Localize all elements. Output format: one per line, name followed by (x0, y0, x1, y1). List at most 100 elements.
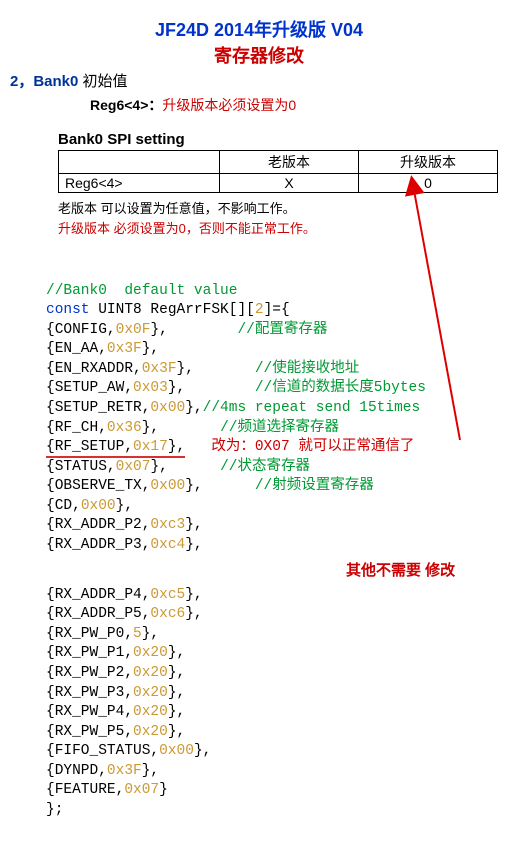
table-header-old: 老版本 (220, 151, 359, 174)
code-text: }, (185, 478, 255, 494)
code-comment: //4ms repeat send 15times (203, 400, 421, 416)
code-text: {RX_PW_P5, (46, 724, 133, 740)
code-comment: //状态寄存器 (220, 459, 310, 475)
section-label: Bank0 (33, 73, 78, 90)
code-number: 0xc3 (150, 517, 185, 533)
code-text: }, (185, 537, 202, 553)
code-text: {RF_SETUP, (46, 439, 133, 455)
code-text: {RX_ADDR_P2, (46, 517, 150, 533)
code-text: {FEATURE, (46, 782, 124, 798)
code-text: {RX_PW_P3, (46, 685, 133, 701)
code-end: }; (46, 802, 63, 818)
doc-subtitle: 寄存器修改 (10, 42, 508, 68)
reg-label: Reg6<4>： (90, 97, 162, 113)
code-number: 0x3F (107, 341, 142, 357)
code-text: {EN_AA, (46, 341, 107, 357)
code-comment: //信道的数据长度5bytes (255, 380, 426, 396)
code-number: 0x36 (107, 420, 142, 436)
code-text: ]={ (264, 302, 290, 318)
change-note: 改为：0X07 就可以正常通信了 (211, 439, 414, 455)
code-block: //Bank0 default value const UINT8 RegArr… (46, 262, 508, 840)
code-text: {OBSERVE_TX, (46, 478, 150, 494)
code-number: 0x20 (133, 665, 168, 681)
section-num: 2， (10, 73, 33, 90)
code-text: }, (116, 498, 133, 514)
code-text: {RX_ADDR_P4, (46, 587, 150, 603)
code-number: 0x07 (124, 782, 159, 798)
code-number: 0xc4 (150, 537, 185, 553)
code-number: 0x3F (107, 763, 142, 779)
code-text: }, (168, 439, 185, 455)
code-number: 0x0F (116, 322, 151, 338)
code-number: 0x20 (133, 724, 168, 740)
section-suffix: 初始值 (78, 73, 127, 90)
code-text: }, (150, 322, 237, 338)
other-note: 其他不需要 修改 (346, 561, 508, 581)
code-number: 0x20 (133, 645, 168, 661)
code-number: 2 (255, 302, 264, 318)
code-number: 0x00 (81, 498, 116, 514)
doc-title: JF24D 2014年升级版 V04 (10, 16, 508, 42)
code-text: } (159, 782, 168, 798)
table-header-empty (59, 151, 220, 174)
code-text: }, (168, 665, 185, 681)
code-text: }, (142, 341, 159, 357)
code-text: {RF_CH, (46, 420, 107, 436)
table-cell-new: 0 (359, 174, 498, 193)
code-text: }, (185, 400, 202, 416)
code-text: UINT8 RegArrFSK[][ (98, 302, 255, 318)
code-text: {SETUP_AW, (46, 380, 133, 396)
reg-text: 升级版本必须设置为0 (162, 97, 296, 113)
code-number: 0x20 (133, 704, 168, 720)
code-text: }, (150, 459, 220, 475)
note-new: 升级版本 必须设置为0，否则不能正常工作。 (58, 221, 316, 236)
code-number: 5 (133, 626, 142, 642)
table-row: Reg6<4> X 0 (59, 174, 498, 193)
code-text: }, (177, 361, 255, 377)
code-keyword: const (46, 302, 90, 318)
reg-line: Reg6<4>：升级版本必须设置为0 (90, 95, 508, 115)
code-text: {EN_RXADDR, (46, 361, 142, 377)
table-header-row: 老版本 升级版本 (59, 151, 498, 174)
table-caption: Bank0 SPI setting (58, 131, 508, 148)
code-text: {RX_PW_P4, (46, 704, 133, 720)
section-heading: 2，Bank0 初始值 (10, 70, 508, 91)
table-cell-old: X (220, 174, 359, 193)
code-text: {RX_ADDR_P3, (46, 537, 150, 553)
code-number: 0x00 (159, 743, 194, 759)
code-number: 0x17 (133, 439, 168, 455)
code-number: 0xc5 (150, 587, 185, 603)
code-number: 0x00 (150, 478, 185, 494)
code-comment: //频道选择寄存器 (220, 420, 339, 436)
code-text: }, (185, 606, 202, 622)
table-cell-label: Reg6<4> (59, 174, 220, 193)
code-text: }, (194, 743, 211, 759)
code-text: {CD, (46, 498, 81, 514)
page-root: JF24D 2014年升级版 V04 寄存器修改 2，Bank0 初始值 Reg… (0, 0, 518, 860)
code-text: {RX_PW_P1, (46, 645, 133, 661)
code-comment: //使能接收地址 (255, 361, 359, 377)
spi-table: 老版本 升级版本 Reg6<4> X 0 (58, 150, 498, 193)
note-old: 老版本 可以设置为任意值，不影响工作。 (58, 201, 296, 216)
code-number: 0x07 (116, 459, 151, 475)
code-comment: //射频设置寄存器 (255, 478, 374, 494)
code-text: }, (168, 704, 185, 720)
code-comment: //Bank0 default value (46, 283, 237, 299)
code-text: }, (142, 420, 220, 436)
code-text: }, (168, 380, 255, 396)
code-text: {DYNPD, (46, 763, 107, 779)
table-header-new: 升级版本 (359, 151, 498, 174)
code-text (185, 439, 211, 455)
code-text: {SETUP_RETR, (46, 400, 150, 416)
code-text: }, (168, 724, 185, 740)
code-number: 0x20 (133, 685, 168, 701)
code-text: }, (168, 685, 185, 701)
code-number: 0xc6 (150, 606, 185, 622)
code-text: {RX_PW_P2, (46, 665, 133, 681)
code-text: {FIFO_STATUS, (46, 743, 159, 759)
code-text: }, (185, 517, 202, 533)
code-text: {RX_PW_P0, (46, 626, 133, 642)
code-comment: //配置寄存器 (237, 322, 327, 338)
notes-block: 老版本 可以设置为任意值，不影响工作。 升级版本 必须设置为0，否则不能正常工作… (58, 199, 508, 238)
code-text: {CONFIG, (46, 322, 116, 338)
